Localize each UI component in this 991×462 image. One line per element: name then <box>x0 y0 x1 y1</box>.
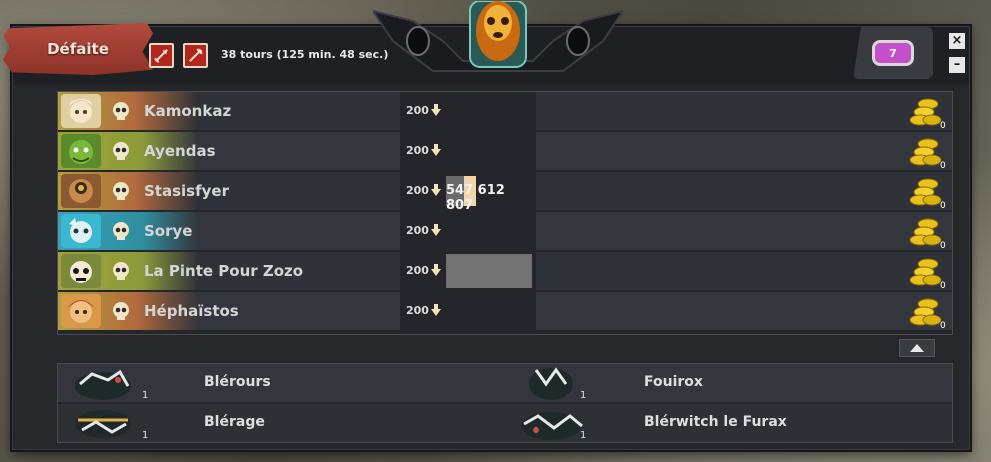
player-level: 200 <box>406 184 429 197</box>
player-row[interactable]: Héphaïstos 200 0 <box>58 292 952 330</box>
challenge-icon-2[interactable] <box>183 43 208 68</box>
monster-count: 1 <box>580 430 587 441</box>
window-header: Défaite 38 tours (125 min. 48 sec.) 7 × … <box>3 1 969 85</box>
monster-name: Blérage <box>204 414 265 430</box>
down-arrow-icon <box>431 184 441 196</box>
monster-row: 1 Blérours 1 Fouirox <box>58 364 952 402</box>
monsters-list: 1 Blérours 1 Fouirox 1 Blérage 1 Blérwit… <box>57 363 953 443</box>
kama-badge: 7 <box>853 27 933 79</box>
kamas-count: 0 <box>940 161 946 170</box>
player-level: 200 <box>406 264 429 277</box>
minimize-button[interactable]: – <box>949 57 965 73</box>
kamas-coins-icon: 0 <box>909 98 946 130</box>
monster-name: Fouirox <box>644 374 703 390</box>
chevron-up-icon <box>910 344 924 352</box>
fight-duration: 38 tours (125 min. 48 sec.) <box>221 48 389 61</box>
skull-icon <box>113 182 129 200</box>
avatar <box>61 254 101 288</box>
monster-portrait-fouirox <box>529 367 573 400</box>
player-level: 200 <box>406 144 429 157</box>
avatar <box>61 214 101 248</box>
kamas-coins-icon: 0 <box>909 138 946 170</box>
xp-cell: 200 <box>400 212 536 250</box>
kamas-coins-icon: 0 <box>909 258 946 290</box>
xp-cell: 200 <box>400 252 536 290</box>
player-row[interactable]: Sorye 200 0 <box>58 212 952 250</box>
monster-portrait-blerwitch <box>521 412 583 440</box>
xp-cell: 200 <box>400 132 536 170</box>
skull-icon <box>113 142 129 160</box>
kamas-coins-icon: 0 <box>909 298 946 330</box>
player-row[interactable]: Ayendas 200 0 <box>58 132 952 170</box>
fight-result-window: Défaite 38 tours (125 min. 48 sec.) 7 × … <box>3 1 970 450</box>
avatar <box>61 174 101 208</box>
skull-icon <box>113 222 129 240</box>
player-name: Sorye <box>144 222 193 240</box>
avatar <box>61 94 101 128</box>
skull-icon <box>113 262 129 280</box>
kamas-count: 0 <box>940 241 946 250</box>
result-emblem <box>373 1 623 72</box>
result-title: Défaite <box>47 40 109 58</box>
close-button[interactable]: × <box>949 33 965 49</box>
player-name: Ayendas <box>144 142 216 160</box>
down-arrow-icon <box>431 144 441 156</box>
player-row[interactable]: La Pinte Pour Zozo 200 0 <box>58 252 952 290</box>
player-name: Héphaïstos <box>144 302 239 320</box>
left-eye-icon <box>406 26 430 56</box>
player-level: 200 <box>406 104 429 117</box>
monster-count: 1 <box>142 390 149 401</box>
players-list: Kamonkaz 200 0 Ayendas 200 0 Stasisfyer … <box>57 91 953 335</box>
down-arrow-icon <box>431 304 441 316</box>
xp-cell: 200 547 612 807 <box>400 172 536 213</box>
monster-portrait-blerours <box>75 369 131 400</box>
player-level: 200 <box>406 224 429 237</box>
player-name: Stasisfyer <box>144 182 229 200</box>
kamas-coins-icon: 0 <box>909 178 946 210</box>
down-arrow-icon <box>431 264 441 276</box>
avatar <box>61 134 101 168</box>
kama-gem: 7 <box>872 40 914 66</box>
skull-icon <box>113 302 129 320</box>
player-level: 200 <box>406 304 429 317</box>
challenge-icon-1[interactable] <box>149 43 174 68</box>
player-row[interactable]: Stasisfyer 200 547 612 807 0 <box>58 172 952 213</box>
monster-row: 1 Blérage 1 Blérwitch le Furax <box>58 404 952 442</box>
sword-icon <box>154 49 168 63</box>
kamas-coins-icon: 0 <box>909 218 946 250</box>
kamas-count: 0 <box>940 121 946 130</box>
player-name: Kamonkaz <box>144 102 232 120</box>
player-name: La Pinte Pour Zozo <box>144 262 304 280</box>
collapse-button[interactable] <box>899 339 935 357</box>
player-row[interactable]: Kamonkaz 200 0 <box>58 92 952 130</box>
kamas-count: 0 <box>940 321 946 330</box>
xp-gained: 547 612 807 <box>446 183 505 213</box>
monster-count: 1 <box>142 430 149 441</box>
axe-icon <box>189 48 203 62</box>
xp-cell: 200 <box>400 92 536 130</box>
monster-portrait-blerage <box>75 410 131 438</box>
kamas-count: 0 <box>940 281 946 290</box>
right-eye-icon <box>566 26 590 56</box>
skull-icon <box>113 102 129 120</box>
avatar <box>61 294 101 328</box>
monster-name: Blérwitch le Furax <box>644 414 787 430</box>
kama-value: 7 <box>889 46 897 60</box>
title-banner: Défaite <box>3 23 153 75</box>
monster-name: Blérours <box>204 374 271 390</box>
monster-count: 1 <box>580 390 587 401</box>
xp-cell: 200 <box>400 292 536 330</box>
down-arrow-icon <box>431 224 441 236</box>
xp-placeholder <box>446 254 532 288</box>
down-arrow-icon <box>431 104 441 116</box>
kamas-count: 0 <box>940 201 946 210</box>
